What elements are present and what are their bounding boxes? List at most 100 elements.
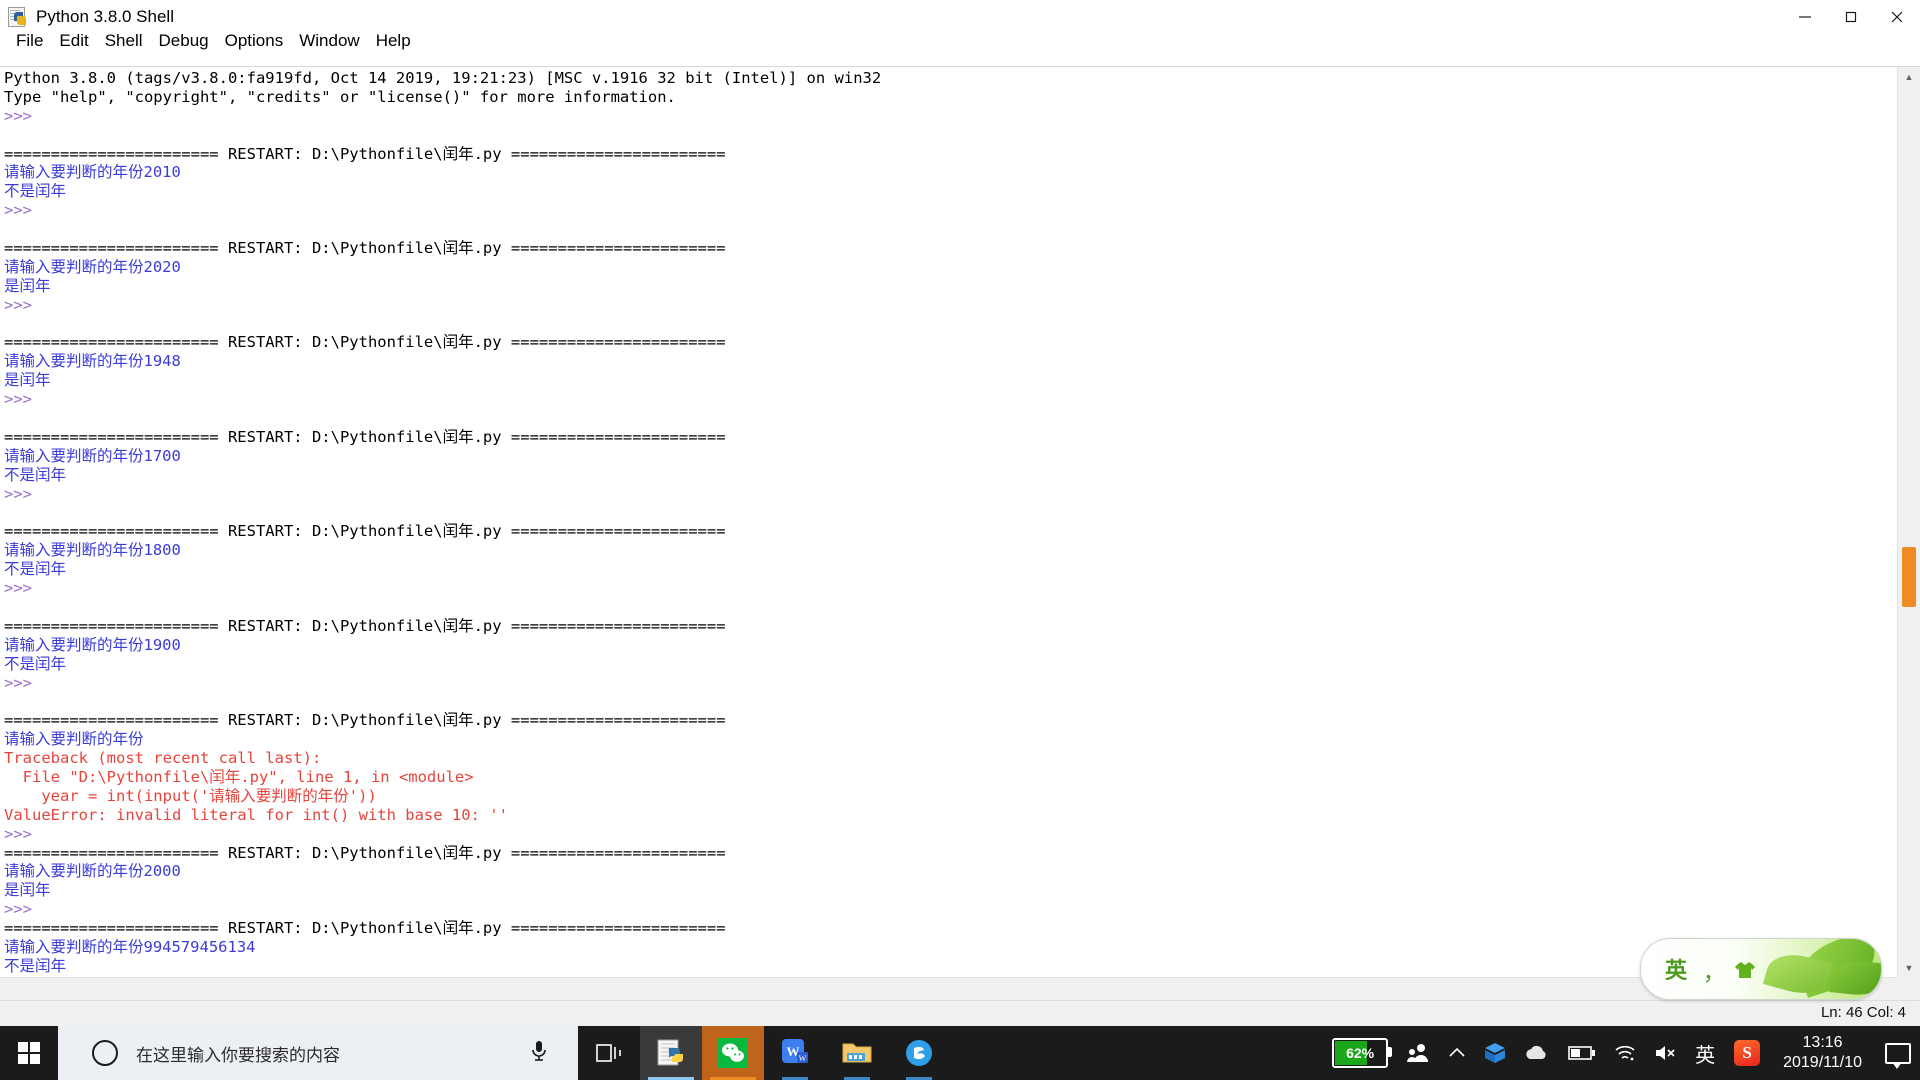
- people-icon[interactable]: [1397, 1026, 1439, 1080]
- shell-line: Python 3.8.0 (tags/v3.8.0:fa919fd, Oct 1…: [4, 69, 882, 87]
- clock-time: 13:16: [1802, 1034, 1843, 1051]
- shell-line: >>>: [4, 673, 42, 692]
- shell-line: 不是闰年: [4, 182, 67, 201]
- taskbar: 在这里输入你要搜索的内容 W W 62% 英 S 13:16 2019/11/1…: [0, 1026, 1920, 1080]
- shell-line: ======================= RESTART: D:\Pyth…: [4, 333, 726, 352]
- menu-item-debug[interactable]: Debug: [151, 28, 217, 54]
- windows-logo-icon: [18, 1042, 40, 1064]
- python-idle-taskbar-icon[interactable]: [640, 1026, 702, 1080]
- menu-item-options[interactable]: Options: [217, 28, 292, 54]
- show-hidden-icons-icon[interactable]: [1439, 1026, 1475, 1080]
- shell-line: 请输入要判断的年份1700: [4, 446, 181, 465]
- ime-punctuation-toggle[interactable]: ，: [1703, 955, 1725, 987]
- shell-line: >>>: [4, 579, 42, 598]
- system-tray: 62% 英 S 13:16 2019/11/10: [1323, 1026, 1920, 1080]
- shell-line: >>>: [4, 295, 42, 314]
- scroll-down-arrow[interactable]: ▼: [1898, 958, 1920, 978]
- cortana-circle-icon: [92, 1040, 118, 1066]
- taskbar-search-box[interactable]: 在这里输入你要搜索的内容: [58, 1026, 578, 1080]
- battery-percent-label: 62%: [1346, 1045, 1375, 1061]
- shell-line: ======================= RESTART: D:\Pyth…: [4, 616, 726, 635]
- start-button[interactable]: [0, 1026, 58, 1080]
- shell-line: >>>: [4, 201, 42, 220]
- shell-line: 是闰年: [4, 881, 51, 900]
- blue-box-icon[interactable]: [1475, 1026, 1515, 1080]
- python-idle-icon: [8, 7, 28, 27]
- shell-line: >>>: [4, 900, 42, 919]
- shell-line: 不是闰年: [4, 956, 67, 975]
- taskbar-clock[interactable]: 13:16 2019/11/10: [1769, 1026, 1876, 1080]
- action-center-icon[interactable]: [1876, 1026, 1920, 1080]
- shell-area: Python 3.8.0 (tags/v3.8.0:fa919fd, Oct 1…: [0, 66, 1920, 1000]
- search-placeholder: 在这里输入你要搜索的内容: [136, 1045, 340, 1066]
- shell-line: >>>: [4, 390, 42, 409]
- shell-line: 不是闰年: [4, 654, 67, 673]
- horizontal-scrollbar[interactable]: [0, 977, 1898, 1000]
- menu-item-file[interactable]: File: [8, 28, 51, 54]
- shell-line: ValueError: invalid literal for int() wi…: [4, 805, 508, 824]
- status-bar: Ln: 46 Col: 4: [0, 1000, 1920, 1026]
- volume-muted-icon[interactable]: [1645, 1026, 1685, 1080]
- ime-language-toggle[interactable]: 英: [1665, 953, 1687, 985]
- menu-bar: File Edit Shell Debug Options Window Hel…: [0, 28, 1920, 54]
- shell-line: 是闰年: [4, 371, 51, 390]
- sogou-logo-label: S: [1734, 1040, 1761, 1066]
- vertical-scrollbar-thumb[interactable]: [1902, 547, 1916, 607]
- shell-line: 请输入要判断的年份2020: [4, 257, 181, 276]
- file-explorer-taskbar-icon[interactable]: [826, 1026, 888, 1080]
- menu-item-help[interactable]: Help: [368, 28, 419, 54]
- shell-line: Traceback (most recent call last):: [4, 749, 322, 768]
- vertical-scrollbar[interactable]: ▲ ▼: [1897, 67, 1920, 978]
- shell-line: >>>: [4, 484, 42, 503]
- shell-line: >>>: [4, 824, 42, 843]
- ime-floating-bar[interactable]: 英 ，: [1640, 938, 1882, 1000]
- shell-line: >>>: [4, 106, 42, 125]
- shell-line: ======================= RESTART: D:\Pyth…: [4, 711, 726, 730]
- microphone-icon[interactable]: [530, 1039, 548, 1068]
- clock-date: 2019/11/10: [1783, 1054, 1862, 1071]
- scroll-up-arrow[interactable]: ▲: [1898, 67, 1920, 87]
- shell-line: 请输入要判断的年份1900: [4, 635, 181, 654]
- shell-line: year = int(input('请输入要判断的年份')): [4, 786, 377, 805]
- shell-line: 请输入要判断的年份994579456134: [4, 937, 256, 956]
- shell-line: Type "help", "copyright", "credits" or "…: [4, 87, 676, 106]
- menu-item-window[interactable]: Window: [291, 28, 367, 54]
- shell-line: ======================= RESTART: D:\Pyth…: [4, 144, 726, 163]
- scrollbar-corner: [1898, 978, 1920, 1000]
- svg-text:W: W: [799, 1054, 807, 1063]
- desktop: Python 3.8.0 Shell File Edit Shell Debug…: [0, 0, 1920, 1080]
- shell-line: 请输入要判断的年份2000: [4, 862, 181, 881]
- battery-icon[interactable]: [1559, 1026, 1605, 1080]
- shell-line: 不是闰年: [4, 465, 67, 484]
- wechat-taskbar-icon[interactable]: [702, 1026, 764, 1080]
- shell-line: ======================= RESTART: D:\Pyth…: [4, 843, 726, 862]
- shell-line: 是闰年: [4, 276, 51, 295]
- shirt-icon[interactable]: [1734, 961, 1756, 979]
- tray-language-indicator[interactable]: 英: [1685, 1026, 1725, 1080]
- shell-line: 请输入要判断的年份: [4, 730, 144, 749]
- wps-taskbar-icon[interactable]: W W: [764, 1026, 826, 1080]
- sogou-input-icon[interactable]: S: [1725, 1026, 1769, 1080]
- shell-output[interactable]: Python 3.8.0 (tags/v3.8.0:fa919fd, Oct 1…: [0, 67, 1898, 978]
- shell-line: 请输入要判断的年份1800: [4, 541, 181, 560]
- shell-line: ======================= RESTART: D:\Pyth…: [4, 522, 726, 541]
- shell-line: 请输入要判断的年份1948: [4, 352, 181, 371]
- menu-item-shell[interactable]: Shell: [97, 28, 151, 54]
- onedrive-icon[interactable]: [1515, 1026, 1559, 1080]
- shell-line: 请输入要判断的年份2010: [4, 163, 181, 182]
- task-view-icon[interactable]: [578, 1026, 640, 1080]
- shell-line: ======================= RESTART: D:\Pyth…: [4, 239, 726, 258]
- shell-line: ======================= RESTART: D:\Pyth…: [4, 919, 726, 938]
- browser-taskbar-icon[interactable]: [888, 1026, 950, 1080]
- wifi-icon[interactable]: [1605, 1026, 1645, 1080]
- menu-item-edit[interactable]: Edit: [51, 28, 96, 54]
- battery-percent-badge[interactable]: 62%: [1323, 1026, 1397, 1080]
- shell-line: File "D:\Pythonfile\闰年.py", line 1, in <…: [4, 767, 474, 786]
- shell-line: ======================= RESTART: D:\Pyth…: [4, 427, 726, 446]
